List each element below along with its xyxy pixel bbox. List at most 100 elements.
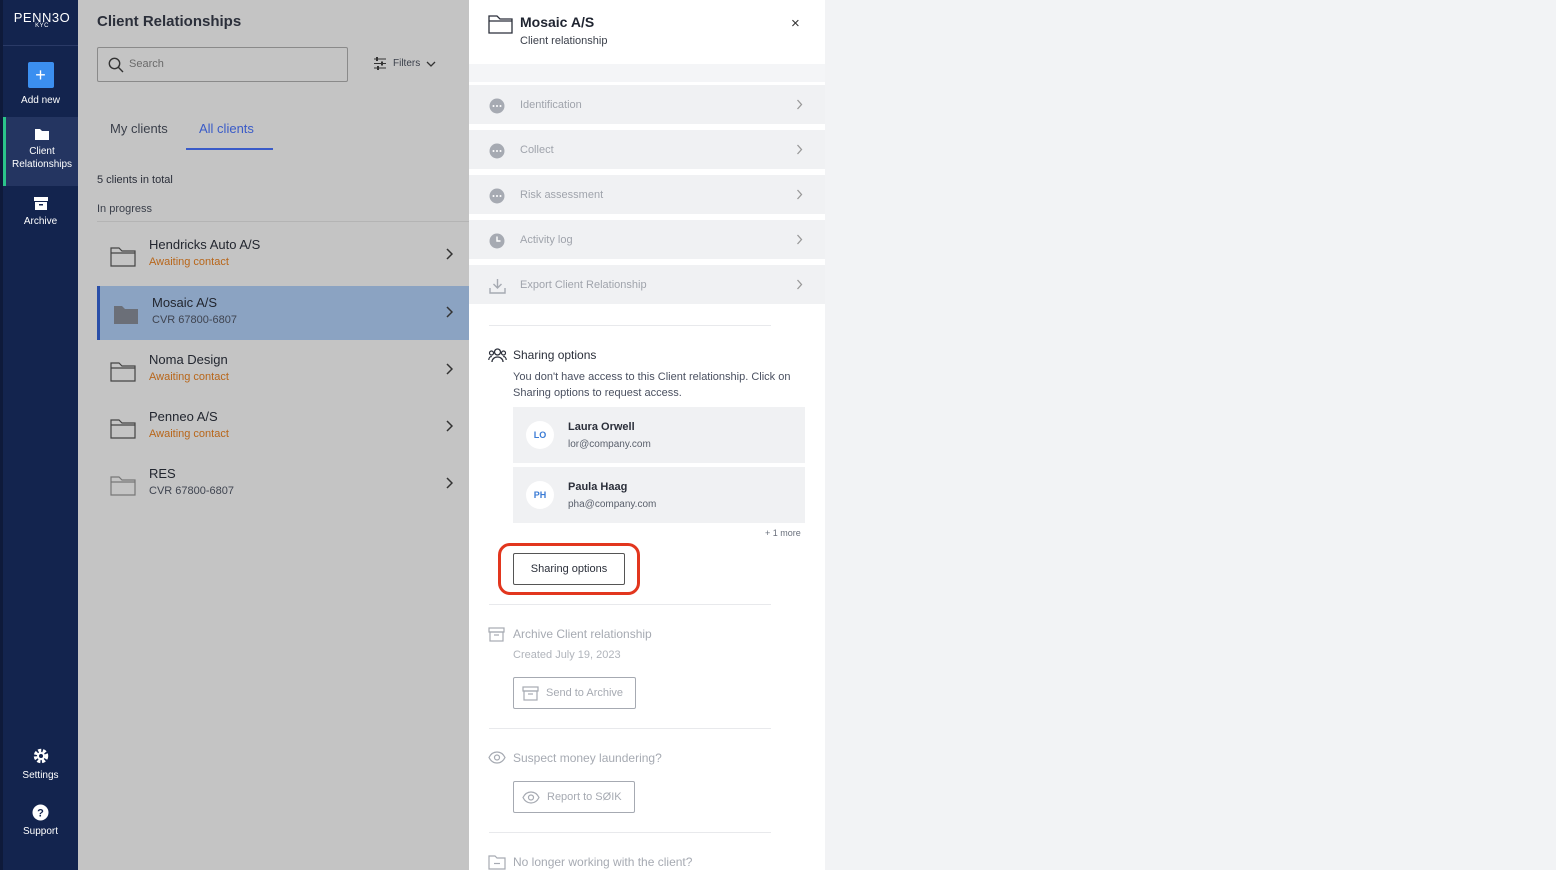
sharing-options-button[interactable]: Sharing options [513, 553, 625, 585]
user-name: Paula Haag [568, 481, 628, 493]
client-cvr: CVR 67800-6807 [152, 314, 238, 326]
search-icon [108, 57, 124, 73]
client-name: Mosaic A/S [152, 295, 218, 310]
sharing-description: You don't have access to this Client rel… [513, 371, 791, 399]
client-cvr: CVR 67800-6807 [149, 485, 235, 497]
send-to-archive-button[interactable]: Send to Archive [513, 677, 637, 709]
download-icon [489, 279, 506, 294]
archive-icon [522, 685, 539, 701]
chevron-right-icon [446, 248, 453, 260]
client-row-selected[interactable]: Mosaic A/S CVR 67800-6807 [97, 286, 469, 340]
nav-client-relationships-label: Client Relationships [12, 146, 73, 170]
nav-add-new[interactable]: + Add new [3, 62, 78, 107]
client-name: Penneo A/S [149, 409, 218, 424]
created-date: Created July 19, 2023 [513, 649, 621, 661]
left-nav: PENN3O KYC + Add new Client Relationship… [0, 0, 81, 870]
section-identification[interactable]: Identification [469, 82, 825, 124]
page-title: Client Relationships [97, 13, 242, 30]
folder-minus-icon [488, 855, 506, 870]
detail-subtitle: Client relationship [520, 35, 608, 47]
report-button[interactable]: Report to SØIK [513, 781, 635, 813]
section-label: Collect [520, 144, 554, 156]
close-button[interactable]: × [791, 15, 800, 32]
chevron-right-icon [446, 420, 453, 432]
section-label: Identification [520, 99, 582, 111]
divider [3, 45, 81, 46]
user-email: pha@company.com [568, 499, 657, 510]
section-export[interactable]: Export Client Relationship [469, 262, 825, 304]
divider [97, 221, 469, 222]
folder-icon [110, 247, 136, 267]
divider [469, 64, 825, 82]
gear-icon [33, 748, 48, 764]
plus-icon: + [27, 62, 54, 88]
folder-icon [110, 476, 136, 496]
client-row[interactable]: Hendricks Auto A/S Awaiting contact [97, 228, 469, 282]
filters-button[interactable]: Filters [373, 57, 436, 70]
chevron-down-icon [426, 61, 436, 67]
folder-icon [114, 306, 138, 324]
search-placeholder: Search [129, 58, 164, 70]
sharing-title: Sharing options [513, 348, 597, 362]
divider [489, 728, 771, 729]
client-detail-panel: Mosaic A/S Client relationship × Identif… [469, 0, 825, 870]
active-tab-indicator [186, 148, 273, 150]
eye-icon [488, 751, 506, 764]
nav-client-relationships[interactable]: Client Relationships [3, 117, 78, 186]
client-status: Awaiting contact [149, 371, 229, 383]
divider [489, 604, 771, 605]
chevron-right-icon [797, 234, 803, 245]
client-row[interactable]: Noma Design Awaiting contact [97, 343, 469, 397]
svg-text:?: ? [37, 808, 44, 820]
send-to-archive-label: Send to Archive [546, 687, 624, 699]
report-label: Report to SØIK [547, 791, 622, 803]
folder-icon [110, 419, 136, 439]
client-status: Awaiting contact [149, 428, 229, 440]
chevron-right-icon [797, 144, 803, 155]
client-count: 5 clients in total [97, 174, 173, 186]
client-name: RES [149, 466, 176, 481]
section-collect[interactable]: Collect [469, 127, 825, 169]
section-label: Activity log [520, 234, 573, 246]
avatar: PH [526, 481, 554, 509]
sliders-icon [374, 57, 386, 70]
pending-icon [489, 143, 505, 159]
client-row[interactable]: Penneo A/S Awaiting contact [97, 400, 469, 454]
pending-icon [489, 188, 505, 204]
search-input[interactable]: Search [97, 47, 348, 82]
background-area [825, 0, 1556, 870]
user-email: lor@company.com [568, 439, 651, 450]
divider [489, 325, 771, 326]
archive-icon [488, 627, 505, 642]
client-row[interactable]: RES CVR 67800-6807 [97, 457, 469, 511]
nav-archive[interactable]: Archive [3, 196, 78, 228]
laundering-title: Suspect money laundering? [513, 751, 662, 765]
nav-support[interactable]: ? Support [3, 804, 78, 838]
chevron-right-icon [797, 279, 803, 290]
more-users-count: + 1 more [765, 528, 801, 538]
avatar: LO [526, 421, 554, 449]
section-label: Export Client Relationship [520, 279, 647, 291]
nav-settings-label: Settings [22, 770, 59, 781]
archive-title: Archive Client relationship [513, 627, 652, 641]
clock-icon [489, 233, 505, 249]
nav-archive-label: Archive [23, 216, 58, 227]
client-list-pane: Client Relationships Search Filters My c… [78, 0, 469, 870]
section-activity-log[interactable]: Activity log [469, 217, 825, 259]
nav-settings[interactable]: Settings [3, 747, 78, 782]
tab-my-clients[interactable]: My clients [110, 121, 168, 136]
logo: PENN3O KYC [3, 10, 81, 29]
nav-add-new-label: Add new [21, 95, 60, 106]
shared-user-card: LO Laura Orwell lor@company.com [513, 407, 805, 463]
client-status: Awaiting contact [149, 256, 229, 268]
folder-icon [35, 129, 49, 140]
tab-all-clients[interactable]: All clients [199, 121, 254, 136]
section-risk-assessment[interactable]: Risk assessment [469, 172, 825, 214]
section-label: Risk assessment [520, 189, 604, 201]
shared-user-card: PH Paula Haag pha@company.com [513, 467, 805, 523]
detail-title: Mosaic A/S [520, 14, 595, 30]
pending-icon [489, 98, 505, 114]
eye-icon [522, 790, 540, 804]
user-name: Laura Orwell [568, 421, 635, 433]
client-name: Noma Design [149, 352, 228, 367]
